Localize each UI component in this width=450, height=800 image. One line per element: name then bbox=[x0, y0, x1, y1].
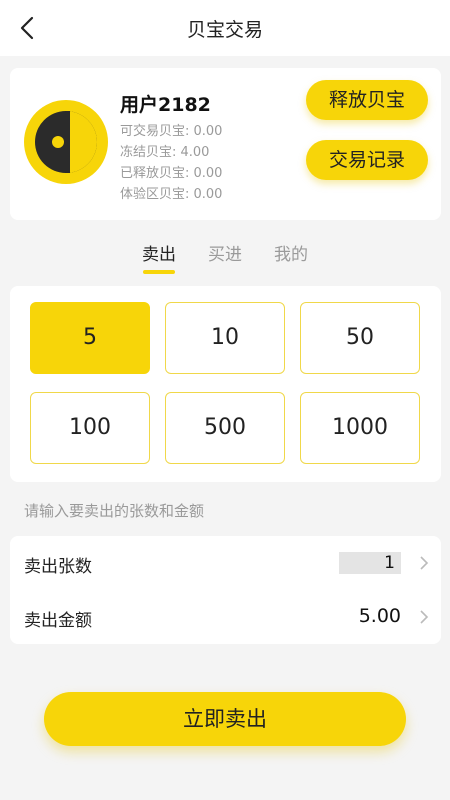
trade-records-button[interactable]: 交易记录 bbox=[306, 140, 428, 180]
quantity-options: 5 10 50 100 500 1000 bbox=[10, 286, 441, 482]
chevron-right-icon bbox=[420, 556, 429, 570]
username: 用户2182 bbox=[120, 94, 211, 116]
release-button[interactable]: 释放贝宝 bbox=[306, 80, 428, 120]
tab-buy[interactable]: 买进 bbox=[208, 240, 242, 265]
sell-count-label: 卖出张数 bbox=[24, 557, 92, 577]
tab-mine[interactable]: 我的 bbox=[274, 240, 308, 265]
released-balance: 已释放贝宝: 0.00 bbox=[120, 166, 223, 181]
trial-balance: 体验区贝宝: 0.00 bbox=[120, 187, 223, 202]
logo-avatar-icon bbox=[24, 100, 108, 184]
option-50[interactable]: 50 bbox=[300, 302, 420, 374]
chevron-right-icon bbox=[420, 610, 429, 624]
option-500[interactable]: 500 bbox=[165, 392, 285, 464]
tab-bar: 卖出 买进 我的 bbox=[0, 240, 450, 276]
input-hint: 请输入要卖出的张数和金额 bbox=[24, 502, 205, 520]
sell-amount-row[interactable]: 卖出金额 5.00 bbox=[10, 590, 441, 644]
user-card: 用户2182 可交易贝宝: 0.00 冻结贝宝: 4.00 已释放贝宝: 0.0… bbox=[10, 68, 441, 220]
tab-active-indicator bbox=[143, 270, 175, 274]
sell-now-button[interactable]: 立即卖出 bbox=[44, 692, 406, 746]
page-title: 贝宝交易 bbox=[186, 19, 263, 41]
tab-sell[interactable]: 卖出 bbox=[142, 240, 176, 265]
sell-count-input[interactable]: 1 bbox=[339, 552, 401, 574]
option-100[interactable]: 100 bbox=[30, 392, 150, 464]
option-10[interactable]: 10 bbox=[165, 302, 285, 374]
sell-count-row[interactable]: 卖出张数 1 bbox=[10, 536, 441, 590]
nav-bar: 贝宝交易 bbox=[0, 0, 450, 56]
sell-amount-value: 5.00 bbox=[358, 605, 401, 627]
option-5[interactable]: 5 bbox=[30, 302, 150, 374]
option-1000[interactable]: 1000 bbox=[300, 392, 420, 464]
frozen-balance: 冻结贝宝: 4.00 bbox=[120, 145, 210, 160]
sell-amount-label: 卖出金额 bbox=[24, 611, 92, 631]
tradable-balance: 可交易贝宝: 0.00 bbox=[120, 124, 223, 139]
